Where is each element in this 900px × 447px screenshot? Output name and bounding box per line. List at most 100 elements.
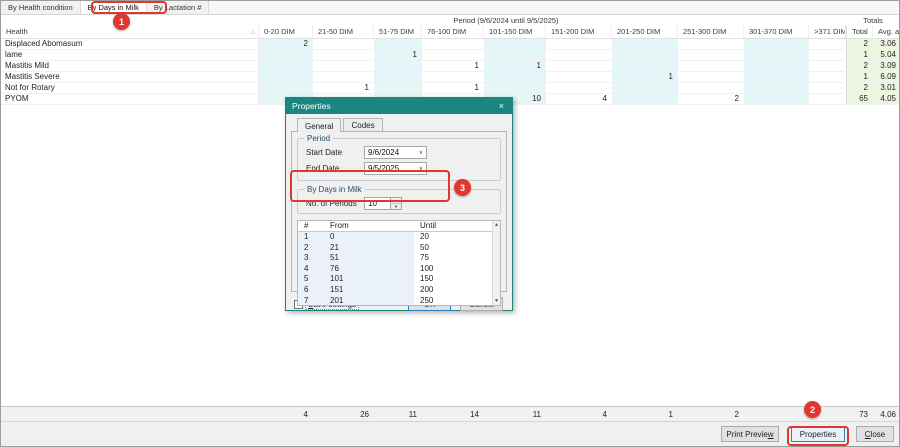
totals-cell: 14 <box>422 407 484 422</box>
periods-grid-row[interactable]: 3 51 75 <box>298 253 500 264</box>
cell <box>313 72 374 82</box>
cell <box>612 83 678 93</box>
totals-cell: 2 <box>678 407 744 422</box>
cell <box>259 72 313 82</box>
grid-cell-number: 1 <box>298 232 324 243</box>
close-button[interactable]: Close <box>856 426 894 442</box>
periods-grid-row[interactable]: 6 151 200 <box>298 285 500 296</box>
cell <box>422 50 484 60</box>
row-label: Mastitis Severe <box>1 72 259 82</box>
table-row[interactable]: Mastitis Severe 1 1 6.09 <box>1 72 899 83</box>
dialog-titlebar[interactable]: Properties × <box>286 98 512 114</box>
button-bar: Print Preview Properties Close <box>1 422 899 446</box>
column-header-dim[interactable]: 251-300 DIM <box>678 25 744 38</box>
cell <box>259 83 313 93</box>
periods-grid-row[interactable]: 4 76 100 <box>298 264 500 275</box>
scroll-down-icon[interactable]: ▼ <box>494 297 499 305</box>
periods-grid-row[interactable]: 1 0 20 <box>298 232 500 243</box>
tab-by-lactation[interactable]: By Lactation # <box>147 1 210 14</box>
cell <box>374 39 422 49</box>
cell <box>744 39 809 49</box>
column-header-total[interactable]: Total <box>846 25 873 38</box>
cell: 4 <box>546 94 612 104</box>
annotation-badge-2: 2 <box>804 401 821 418</box>
dialog-tab-codes[interactable]: Codes <box>343 118 382 131</box>
cell <box>546 61 612 71</box>
column-header-dim[interactable]: 101-150 DIM <box>484 25 546 38</box>
column-header-dim[interactable]: 0-20 DIM <box>259 25 313 38</box>
table-row[interactable]: lame 1 1 5.04 <box>1 50 899 61</box>
cell: 1 <box>374 50 422 60</box>
dialog-tab-general[interactable]: General <box>297 118 341 132</box>
no-of-periods-input[interactable]: 10 <box>364 197 391 210</box>
cell <box>678 50 744 60</box>
dialog-close-icon[interactable]: × <box>497 101 506 111</box>
column-header-dim[interactable]: >371 DIM <box>809 25 846 38</box>
grid-cell-until: 200 <box>414 285 495 296</box>
print-preview-button[interactable]: Print Preview <box>721 426 779 442</box>
cell-avg-age: 3.01 <box>873 83 900 93</box>
column-header-dim[interactable]: 151-200 DIM <box>546 25 612 38</box>
tab-by-health-condition[interactable]: By Health condition <box>1 1 81 14</box>
sort-icon[interactable]: △ <box>250 28 255 35</box>
periods-grid-row[interactable]: 2 21 50 <box>298 243 500 254</box>
cell: 1 <box>422 83 484 93</box>
grid-cell-until: 50 <box>414 243 495 254</box>
grid-cell-from: 21 <box>324 243 414 254</box>
start-date-dropdown[interactable]: 9/6/2024 ∨ <box>364 146 427 159</box>
table-row[interactable]: Mastitis Mild 1 1 2 3.09 <box>1 61 899 72</box>
chevron-down-icon[interactable]: ∨ <box>419 149 426 156</box>
properties-label: Properties <box>800 430 836 439</box>
table-row[interactable]: Displaced Abomasum 2 2 3.06 <box>1 39 899 50</box>
column-header-avg-age[interactable]: Avg. age <box>873 25 900 38</box>
cell <box>546 39 612 49</box>
dialog-title: Properties <box>292 101 497 111</box>
row-label: Not for Rotary <box>1 83 259 93</box>
cell <box>546 83 612 93</box>
row-label: lame <box>1 50 259 60</box>
grid-cell-from: 76 <box>324 264 414 275</box>
column-header-health[interactable]: Health △ <box>1 25 259 38</box>
grid-header-number[interactable]: # <box>298 221 324 231</box>
scroll-up-icon[interactable]: ▲ <box>494 221 499 229</box>
cell <box>612 39 678 49</box>
tab-by-days-in-milk[interactable]: By Days in Milk <box>81 1 147 14</box>
grid-cell-until: 75 <box>414 253 495 264</box>
cell <box>484 39 546 49</box>
table-row[interactable]: Not for Rotary 1 1 2 3.01 <box>1 83 899 94</box>
column-header-dim[interactable]: 51-75 DIM <box>374 25 422 38</box>
grid-scrollbar[interactable]: ▲ ▼ <box>492 221 500 305</box>
grid-cell-until: 20 <box>414 232 495 243</box>
cell <box>422 72 484 82</box>
cell <box>259 50 313 60</box>
cell <box>744 72 809 82</box>
cell <box>259 61 313 71</box>
cell <box>744 50 809 60</box>
spinner-down-icon[interactable]: ▼ <box>391 204 401 209</box>
start-date-label: Start Date <box>306 148 364 157</box>
cell <box>313 61 374 71</box>
cell <box>612 50 678 60</box>
periods-grid-row[interactable]: 5 101 150 <box>298 274 500 285</box>
column-header-dim[interactable]: 76-100 DIM <box>422 25 484 38</box>
grid-header-from[interactable]: From <box>324 221 414 231</box>
column-header-dim[interactable]: 301-370 DIM <box>744 25 809 38</box>
view-tabbar: By Health condition By Days in Milk By L… <box>1 1 899 15</box>
chevron-down-icon[interactable]: ∨ <box>419 165 426 172</box>
cell <box>546 50 612 60</box>
column-header-dim[interactable]: 21-50 DIM <box>313 25 374 38</box>
cell <box>678 61 744 71</box>
properties-button[interactable]: Properties <box>791 426 845 442</box>
end-date-dropdown[interactable]: 9/5/2025 ∨ <box>364 162 427 175</box>
cell <box>744 61 809 71</box>
cell <box>678 83 744 93</box>
grid-header-until[interactable]: Until <box>414 221 495 231</box>
totals-cell: 1 <box>612 407 678 422</box>
print-preview-mnemonic: w <box>768 430 774 439</box>
column-header-dim[interactable]: 201-250 DIM <box>612 25 678 38</box>
end-date-value: 9/5/2025 <box>368 164 399 173</box>
cell-total: 1 <box>846 72 873 82</box>
periods-grid-row[interactable]: 7 201 250 <box>298 296 500 306</box>
cell: 2 <box>259 39 313 49</box>
grid-cell-number: 7 <box>298 296 324 306</box>
